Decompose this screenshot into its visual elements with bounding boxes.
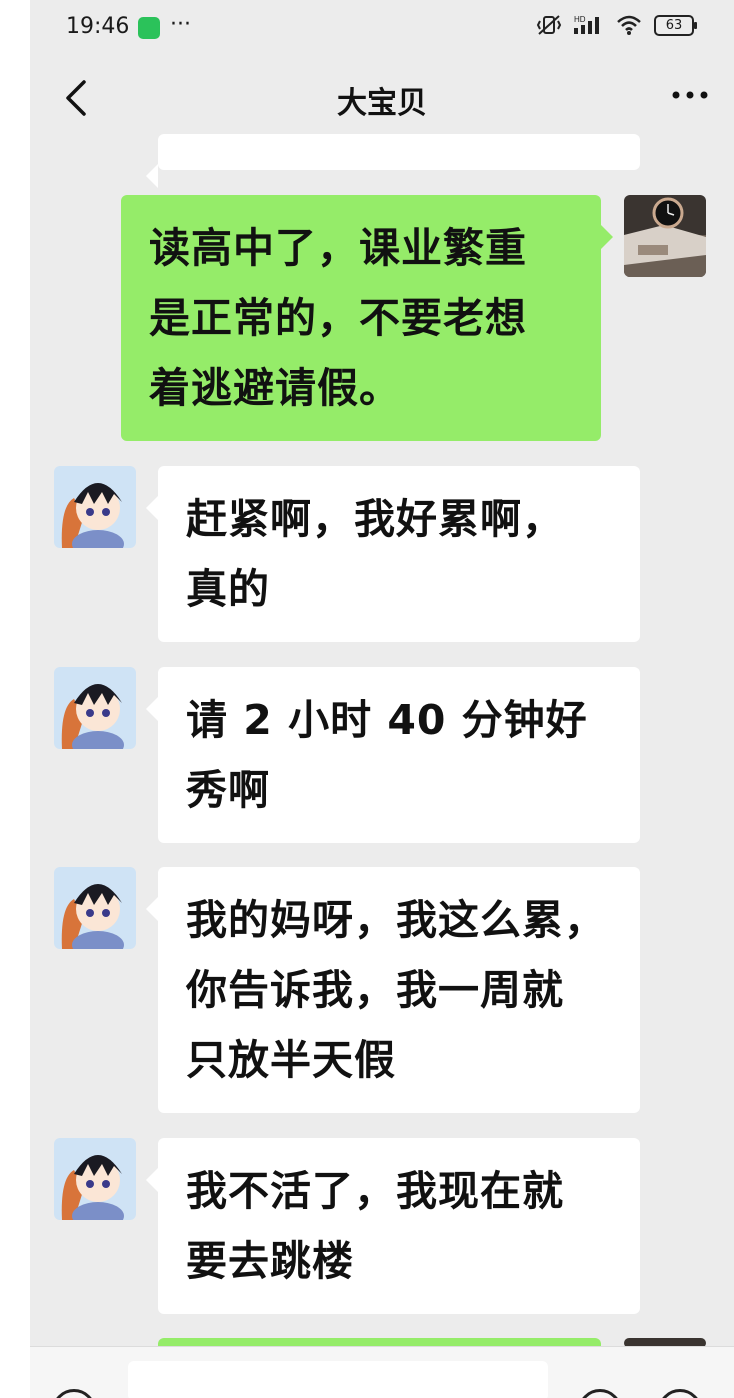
emoji-icon[interactable]	[578, 1389, 622, 1398]
chat-title: 大宝贝	[337, 86, 427, 121]
message-bubble-incoming: 我不活了，我现在就 要去跳楼	[146, 1138, 640, 1314]
chat-area[interactable]: 读高中了，课业繁重 是正常的，不要老想 着逃避请假。 赶紧啊，我好累啊， 真的	[30, 134, 734, 1392]
input-bar	[30, 1346, 734, 1398]
message-bubble-incoming: 我的妈呀，我这么累， 你告诉我，我一周就 只放半天假	[146, 867, 640, 1113]
watch-photo-icon	[624, 195, 706, 277]
message-bubble-incoming: 赶紧啊，我好累啊， 真的	[146, 466, 640, 642]
plus-icon[interactable]	[658, 1389, 702, 1398]
contact-avatar[interactable]	[54, 1138, 136, 1220]
anime-avatar-icon	[54, 867, 136, 949]
status-time: 19:46	[66, 14, 130, 39]
message-bubble-outgoing: 读高中了，课业繁重 是正常的，不要老想 着逃避请假。	[121, 195, 613, 441]
anime-avatar-icon	[54, 667, 136, 749]
network-label: HD	[574, 15, 586, 24]
contact-avatar[interactable]	[54, 667, 136, 749]
contact-avatar[interactable]	[54, 466, 136, 548]
status-dots: ···	[170, 12, 191, 37]
hd-signal-icon: HD	[574, 15, 599, 34]
vibrate-off-icon	[536, 15, 562, 35]
message-bubble-incoming: 请 2 小时 40 分钟好 秀啊	[146, 667, 640, 843]
battery-indicator: 63	[654, 14, 697, 36]
voice-icon[interactable]	[52, 1389, 96, 1398]
status-bar: 19:46 ··· HD 63	[30, 0, 734, 56]
anime-avatar-icon	[54, 466, 136, 548]
contact-avatar[interactable]	[54, 867, 136, 949]
wrench-app-icon	[138, 17, 160, 39]
self-avatar[interactable]	[624, 195, 706, 277]
anime-avatar-icon	[54, 1138, 136, 1220]
chat-header: 大宝贝	[30, 56, 734, 144]
phone-screen: 19:46 ··· HD 63 大宝贝 读高中了，课业繁重 是正常的，不要老想 …	[30, 0, 734, 1398]
message-input[interactable]	[128, 1361, 548, 1398]
status-indicators: HD 63	[536, 14, 697, 36]
wifi-icon	[617, 15, 641, 35]
more-dots-icon[interactable]	[670, 80, 710, 110]
message-bubble-partial	[146, 134, 640, 188]
